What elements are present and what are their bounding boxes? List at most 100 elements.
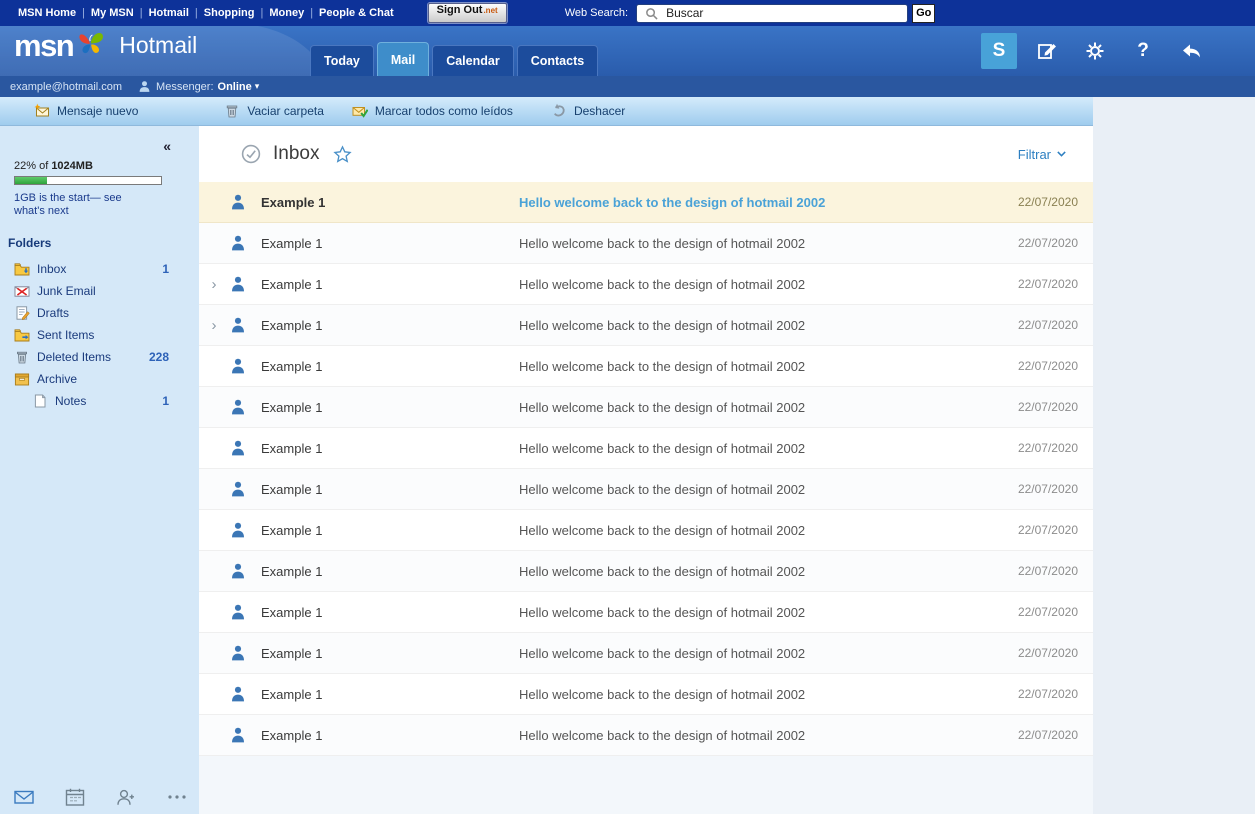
messenger-status[interactable]: Online — [218, 81, 252, 93]
hotmail-app: MSN Home|My MSN|Hotmail|Shopping|Money|P… — [0, 0, 1255, 814]
undo-button[interactable]: Deshacer — [551, 103, 625, 119]
email-row[interactable]: Example 1Hello welcome back to the desig… — [199, 551, 1093, 592]
folder-inbox[interactable]: Inbox 1 — [0, 258, 199, 280]
nav-link-money[interactable]: Money — [269, 7, 304, 19]
email-row[interactable]: Example 1Hello welcome back to the desig… — [199, 592, 1093, 633]
nav-link-msn-home[interactable]: MSN Home — [18, 7, 76, 19]
tab-calendar[interactable]: Calendar — [432, 45, 514, 76]
messenger-dropdown-caret[interactable]: ▾ — [255, 81, 260, 92]
email-sender: Example 1 — [261, 195, 519, 210]
folder-deleted-items[interactable]: Deleted Items228 — [0, 346, 199, 368]
header-icons: S? — [981, 33, 1209, 69]
folder-count: 228 — [149, 350, 169, 364]
account-email: example@hotmail.com — [10, 81, 122, 93]
tab-today[interactable]: Today — [310, 45, 374, 76]
email-subject[interactable]: Hello welcome back to the design of hotm… — [519, 646, 986, 661]
email-subject[interactable]: Hello welcome back to the design of hotm… — [519, 523, 986, 538]
folder-list: Inbox 1 Junk Email Drafts Sent ItemsDeleted … — [0, 258, 199, 412]
email-row[interactable]: Example 1Hello welcome back to the desig… — [199, 182, 1093, 223]
email-row[interactable]: Example 1Hello welcome back to the desig… — [199, 633, 1093, 674]
storage-total-text: 1024MB — [51, 160, 93, 172]
email-row[interactable]: Example 1Hello welcome back to the desig… — [199, 346, 1093, 387]
expander-icon[interactable]: › — [199, 276, 229, 293]
settings-icon[interactable] — [1077, 33, 1113, 69]
help-icon[interactable]: ? — [1125, 33, 1161, 69]
content-column: Mensaje nuevo Vaciar carpeta Marcar todos … — [0, 97, 1093, 814]
email-subject[interactable]: Hello welcome back to the design of hotm… — [519, 441, 986, 456]
email-row[interactable]: Example 1Hello welcome back to the desig… — [199, 674, 1093, 715]
calendar-icon[interactable] — [65, 788, 85, 806]
new-message-button[interactable]: Mensaje nuevo — [34, 103, 138, 119]
share-icon[interactable] — [1173, 33, 1209, 69]
expander-icon[interactable]: › — [199, 317, 229, 334]
go-button[interactable]: Go — [912, 4, 935, 23]
email-row[interactable]: ›Example 1Hello welcome back to the desi… — [199, 264, 1093, 305]
email-row[interactable]: Example 1Hello welcome back to the desig… — [199, 223, 1093, 264]
folder-sent-items[interactable]: Sent Items — [0, 324, 199, 346]
folder-label: Inbox — [37, 262, 66, 276]
drafts-icon — [14, 306, 30, 320]
filter-dropdown[interactable]: Filtrar — [1018, 147, 1067, 162]
email-row[interactable]: ›Example 1Hello welcome back to the desi… — [199, 305, 1093, 346]
email-subject[interactable]: Hello welcome back to the design of hotm… — [519, 605, 986, 620]
sender-avatar-icon — [229, 234, 247, 252]
email-subject[interactable]: Hello welcome back to the design of hotm… — [519, 482, 986, 497]
email-date: 22/07/2020 — [986, 277, 1078, 291]
email-row[interactable]: Example 1Hello welcome back to the desig… — [199, 715, 1093, 756]
email-subject[interactable]: Hello welcome back to the design of hotm… — [519, 318, 986, 333]
email-subject[interactable]: Hello welcome back to the design of hotm… — [519, 277, 986, 292]
check-circle-icon[interactable] — [241, 144, 261, 164]
email-subject[interactable]: Hello welcome back to the design of hotm… — [519, 564, 986, 579]
tab-mail[interactable]: Mail — [377, 42, 429, 76]
email-sender: Example 1 — [261, 482, 519, 497]
email-subject[interactable]: Hello welcome back to the design of hotm… — [519, 728, 986, 743]
tab-contacts[interactable]: Contacts — [517, 45, 598, 76]
nav-link-hotmail[interactable]: Hotmail — [149, 7, 189, 19]
email-row[interactable]: Example 1Hello welcome back to the desig… — [199, 387, 1093, 428]
collapse-sidebar-button[interactable]: « — [163, 138, 171, 154]
sidebar-footer-icons — [14, 788, 187, 806]
email-subject[interactable]: Hello welcome back to the design of hotm… — [519, 195, 986, 210]
storage-upgrade-link[interactable]: 1GB is the start— see what's next — [14, 192, 136, 218]
folder-notes[interactable]: Notes1 — [0, 390, 199, 412]
folder-count: 1 — [162, 262, 169, 276]
more-icon[interactable] — [167, 788, 187, 806]
nav-link-people-chat[interactable]: People & Chat — [319, 7, 394, 19]
content-row: « 22% of 1024MB 1GB is the start— see wh… — [0, 126, 1093, 814]
msn-nav-links: MSN Home|My MSN|Hotmail|Shopping|Money|P… — [12, 7, 400, 19]
email-subject[interactable]: Hello welcome back to the design of hotm… — [519, 687, 986, 702]
email-subject[interactable]: Hello welcome back to the design of hotm… — [519, 236, 986, 251]
email-subject[interactable]: Hello welcome back to the design of hotm… — [519, 359, 986, 374]
mail-icon[interactable] — [14, 788, 34, 806]
folder-label: Notes — [55, 394, 86, 408]
contacts-icon[interactable] — [116, 788, 136, 806]
compose-icon[interactable] — [1029, 33, 1065, 69]
email-row[interactable]: Example 1Hello welcome back to the desig… — [199, 510, 1093, 551]
nav-separator: | — [82, 7, 85, 19]
junk-email-icon — [14, 284, 30, 298]
folder-archive[interactable]: Archive — [0, 368, 199, 390]
email-row[interactable]: Example 1Hello welcome back to the desig… — [199, 428, 1093, 469]
mark-read-button[interactable]: Marcar todos como leídos — [352, 103, 513, 119]
folder-junk-email[interactable]: Junk Email — [0, 280, 199, 302]
star-icon[interactable] — [333, 145, 352, 164]
sender-avatar-icon — [229, 193, 247, 211]
hotmail-header: msn Hotmail TodayMailCalendarContacts S? — [0, 26, 1255, 76]
sign-out-button[interactable]: Sign Out.net — [428, 3, 507, 23]
mark-read-icon — [352, 103, 368, 119]
chevron-down-icon — [1056, 150, 1067, 158]
nav-link-shopping[interactable]: Shopping — [204, 7, 255, 19]
nav-link-my-msn[interactable]: My MSN — [91, 7, 134, 19]
storage-progress-bar — [14, 176, 162, 185]
sender-avatar-icon — [229, 439, 247, 457]
folder-drafts[interactable]: Drafts — [0, 302, 199, 324]
email-row[interactable]: Example 1Hello welcome back to the desig… — [199, 469, 1093, 510]
email-subject[interactable]: Hello welcome back to the design of hotm… — [519, 400, 986, 415]
skype-icon[interactable]: S — [981, 33, 1017, 69]
email-sender: Example 1 — [261, 564, 519, 579]
email-sender: Example 1 — [261, 523, 519, 538]
empty-folder-button[interactable]: Vaciar carpeta — [224, 103, 323, 119]
web-search-input[interactable]: Buscar — [636, 4, 908, 23]
email-date: 22/07/2020 — [986, 523, 1078, 537]
folder-label: Drafts — [37, 306, 69, 320]
